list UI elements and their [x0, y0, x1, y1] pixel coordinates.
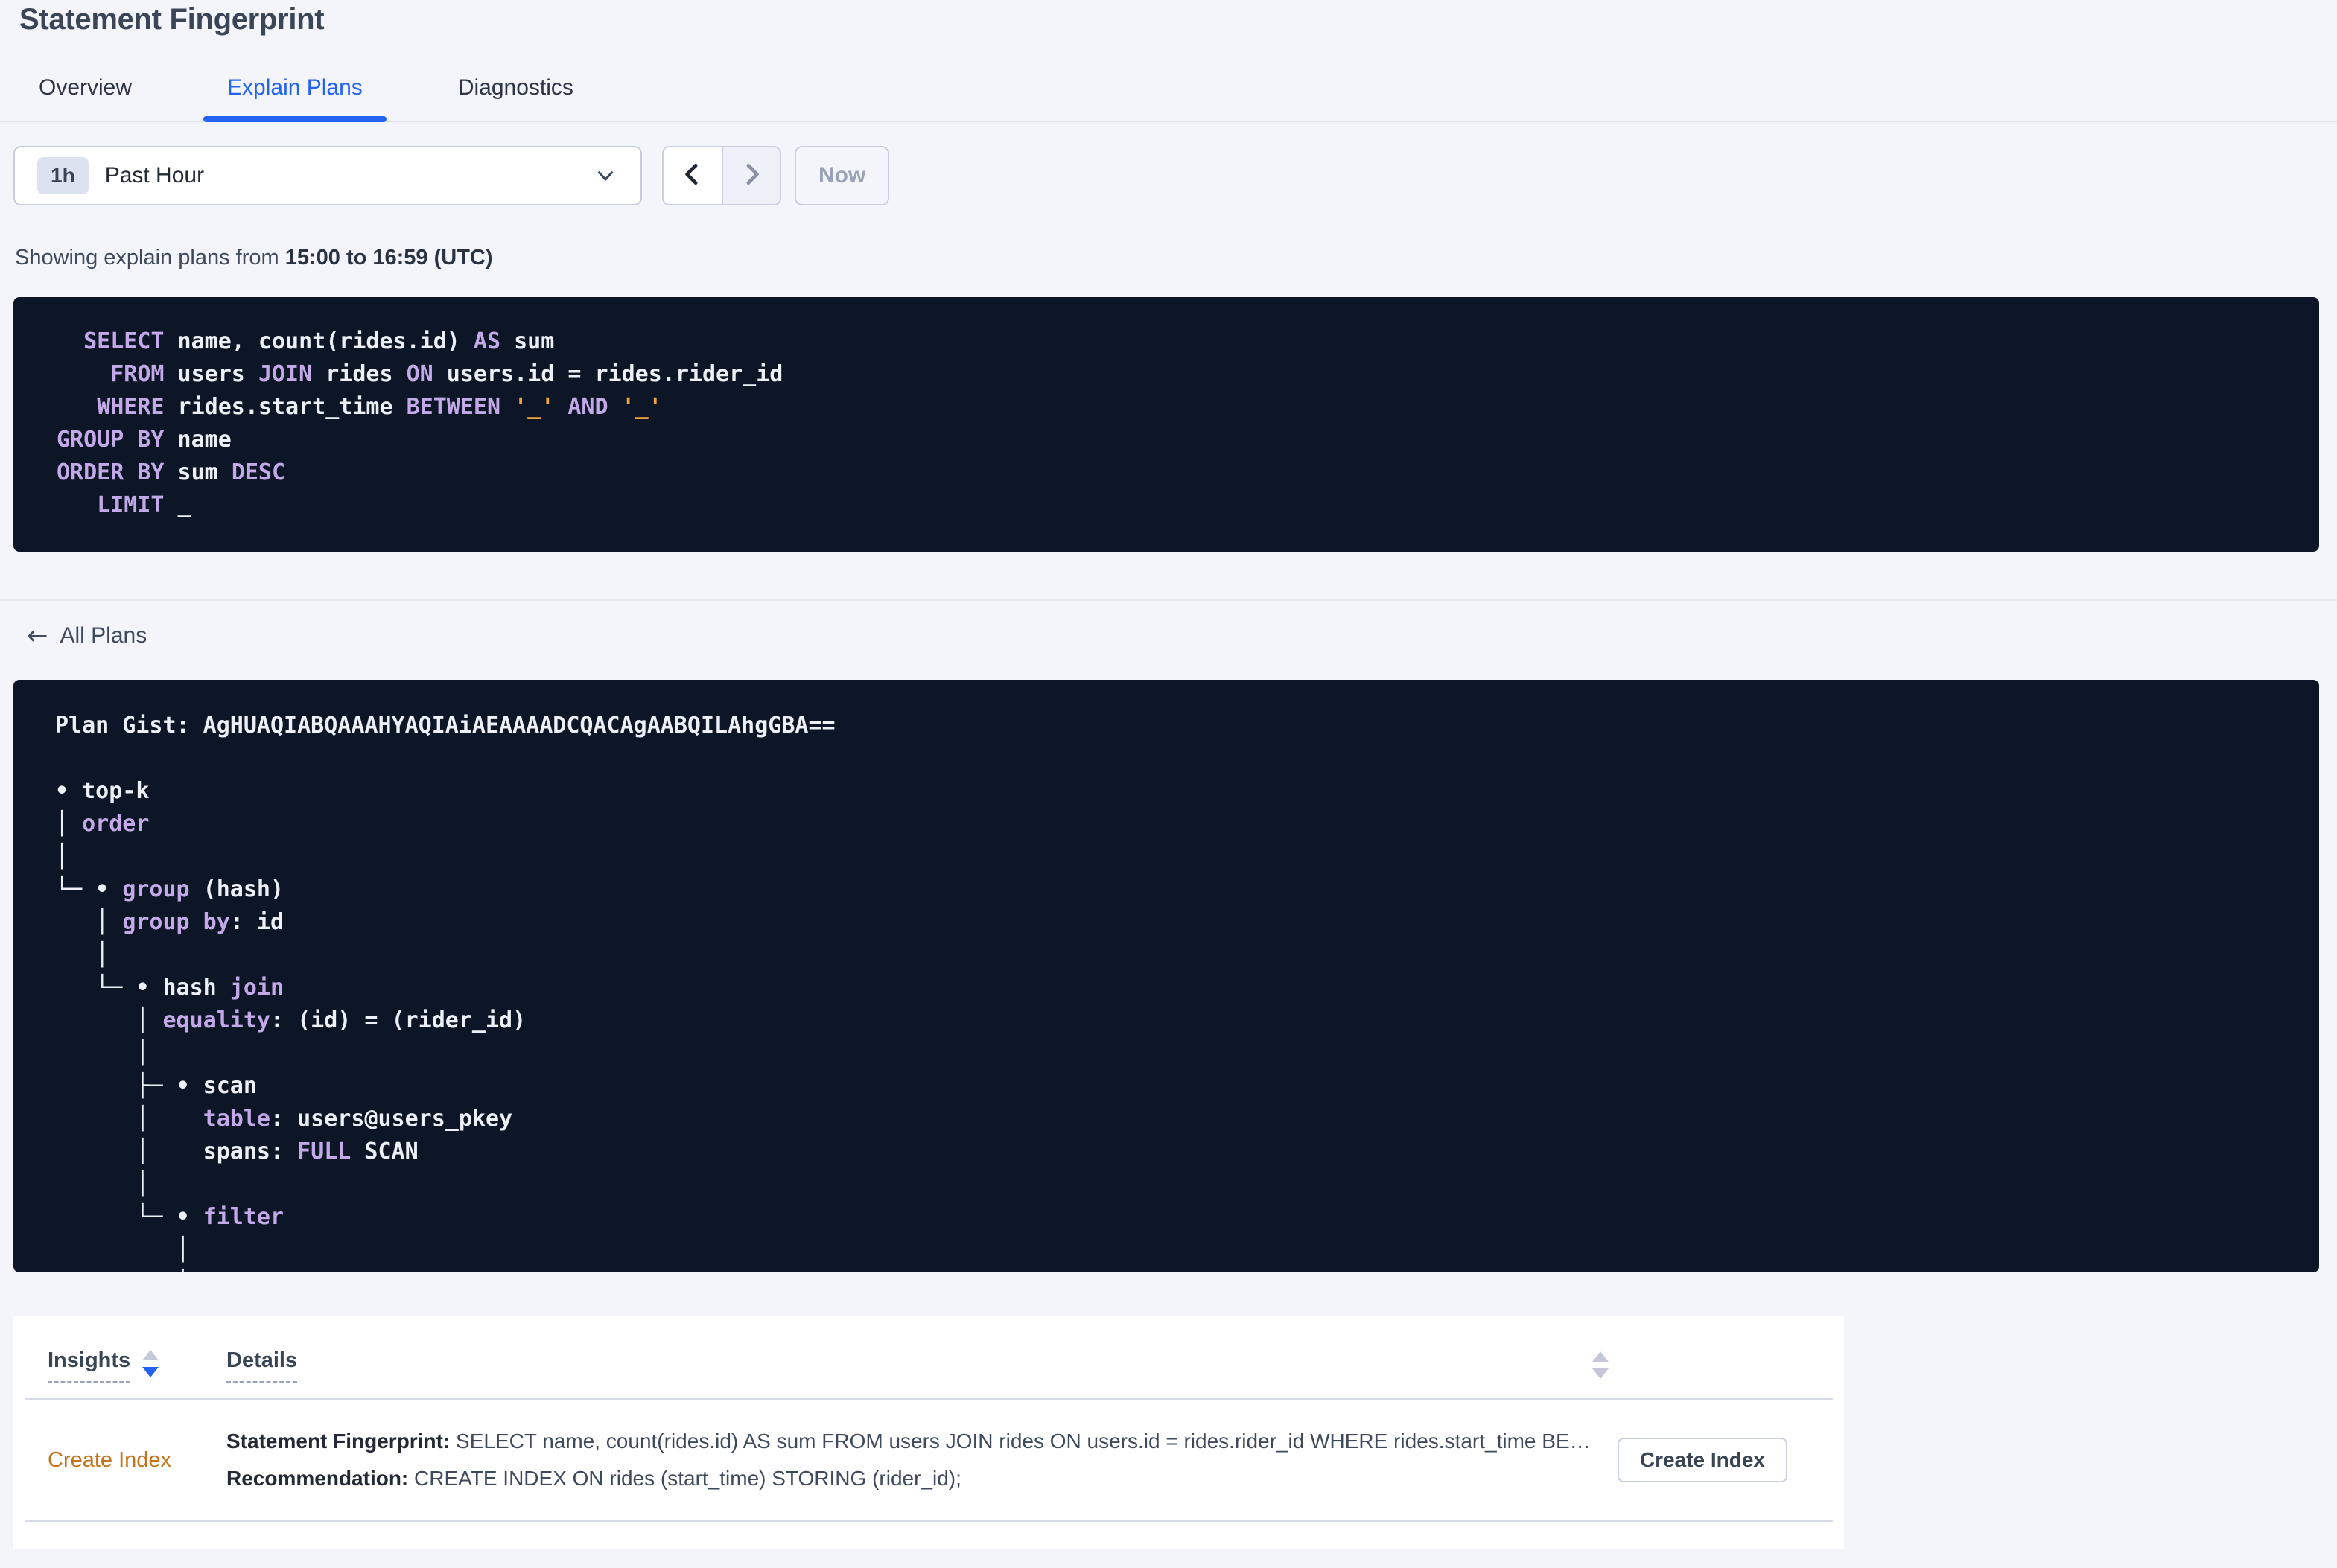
time-range-badge: 1h — [37, 157, 89, 194]
now-button[interactable]: Now — [795, 146, 890, 205]
insight-details: Statement Fingerprint: SELECT name, coun… — [226, 1423, 1618, 1497]
sort-icon-insights[interactable] — [142, 1348, 159, 1377]
chevron-down-icon — [593, 163, 618, 188]
chevron-left-icon — [678, 159, 708, 193]
chevron-right-icon — [737, 159, 766, 193]
card-footer — [13, 1522, 1844, 1549]
column-header-insights[interactable]: Insights — [48, 1348, 226, 1383]
time-range-label: Past Hour — [104, 163, 205, 188]
recommendation-line: Recommendation: CREATE INDEX ON rides (s… — [226, 1467, 961, 1490]
arrow-left-icon: ← — [27, 621, 48, 651]
time-controls: 1h Past Hour Now — [13, 146, 2319, 205]
insight-type-label: Create Index — [48, 1447, 172, 1472]
all-plans-label: All Plans — [60, 623, 147, 648]
insights-card: Insights Details Create Index Statement … — [13, 1316, 1844, 1549]
tab-explain-plans[interactable]: Explain Plans — [203, 74, 387, 122]
prev-time-button[interactable] — [664, 147, 722, 204]
create-index-button[interactable]: Create Index — [1617, 1438, 1787, 1482]
all-plans-link[interactable]: ← All Plans — [27, 623, 147, 648]
sql-statement-block: SELECT name, count(rides.id) AS sum FROM… — [13, 297, 2319, 552]
sort-icon-details[interactable] — [1592, 1350, 1609, 1379]
row-action: Create Index — [1617, 1438, 1787, 1482]
tab-bar: Overview Explain Plans Diagnostics — [0, 74, 2337, 122]
plan-gist-block: Plan Gist: AgHUAQIABQAAAHYAQIAiAEAAAADCQ… — [13, 680, 2319, 1272]
time-nav-group — [662, 146, 781, 205]
insights-table-header: Insights Details — [13, 1348, 1844, 1383]
time-range-selector[interactable]: 1h Past Hour — [13, 146, 642, 205]
insights-header-label: Insights — [48, 1348, 131, 1383]
table-row: Create Index Statement Fingerprint: SELE… — [13, 1400, 1844, 1520]
time-range-value: 15:00 to 16:59 (UTC) — [284, 246, 493, 270]
tab-diagnostics[interactable]: Diagnostics — [434, 74, 597, 121]
tab-overview[interactable]: Overview — [15, 74, 156, 121]
showing-range-text: Showing explain plans from 15:00 to 16:5… — [15, 246, 493, 270]
next-time-button[interactable] — [722, 147, 780, 204]
column-header-details[interactable]: Details — [226, 1348, 298, 1383]
details-header-label: Details — [226, 1348, 298, 1383]
page-title: Statement Fingerprint — [19, 3, 325, 36]
section-divider — [0, 599, 2337, 601]
statement-fingerprint-line: Statement Fingerprint: SELECT name, coun… — [226, 1430, 1591, 1453]
